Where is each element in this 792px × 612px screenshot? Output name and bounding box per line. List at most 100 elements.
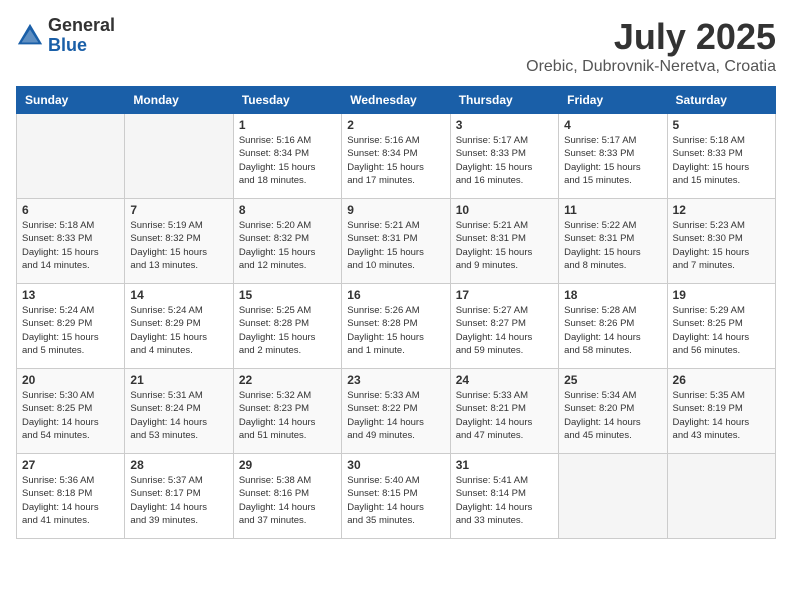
- day-number: 13: [22, 288, 119, 302]
- day-number: 2: [347, 118, 444, 132]
- day-info: Sunrise: 5:21 AM Sunset: 8:31 PM Dayligh…: [456, 219, 553, 272]
- day-number: 29: [239, 458, 336, 472]
- calendar-cell: 16 Sunrise: 5:26 AM Sunset: 8:28 PM Dayli…: [342, 284, 450, 369]
- day-info: Sunrise: 5:33 AM Sunset: 8:22 PM Dayligh…: [347, 389, 444, 442]
- day-number: 14: [130, 288, 227, 302]
- calendar-cell: 4 Sunrise: 5:17 AM Sunset: 8:33 PM Daylig…: [559, 114, 667, 199]
- day-info: Sunrise: 5:40 AM Sunset: 8:15 PM Dayligh…: [347, 474, 444, 527]
- day-number: 27: [22, 458, 119, 472]
- day-info: Sunrise: 5:18 AM Sunset: 8:33 PM Dayligh…: [22, 219, 119, 272]
- calendar-cell: 21 Sunrise: 5:31 AM Sunset: 8:24 PM Dayli…: [125, 369, 233, 454]
- day-info: Sunrise: 5:22 AM Sunset: 8:31 PM Dayligh…: [564, 219, 661, 272]
- day-number: 21: [130, 373, 227, 387]
- day-number: 16: [347, 288, 444, 302]
- calendar-cell: 30 Sunrise: 5:40 AM Sunset: 8:15 PM Dayli…: [342, 454, 450, 539]
- day-info: Sunrise: 5:37 AM Sunset: 8:17 PM Dayligh…: [130, 474, 227, 527]
- day-info: Sunrise: 5:29 AM Sunset: 8:25 PM Dayligh…: [673, 304, 770, 357]
- day-number: 30: [347, 458, 444, 472]
- calendar-cell: 27 Sunrise: 5:36 AM Sunset: 8:18 PM Dayli…: [17, 454, 125, 539]
- day-info: Sunrise: 5:30 AM Sunset: 8:25 PM Dayligh…: [22, 389, 119, 442]
- calendar-cell: 9Sunrise: 5:21 AM Sunset: 8:31 PM Daylig…: [342, 199, 450, 284]
- day-number: 19: [673, 288, 770, 302]
- calendar-cell: 25 Sunrise: 5:34 AM Sunset: 8:20 PM Dayli…: [559, 369, 667, 454]
- day-number: 10: [456, 203, 553, 217]
- calendar-table: SundayMondayTuesdayWednesdayThursdayFrid…: [16, 86, 776, 539]
- day-number: 17: [456, 288, 553, 302]
- day-number: 23: [347, 373, 444, 387]
- calendar-cell: 28 Sunrise: 5:37 AM Sunset: 8:17 PM Dayli…: [125, 454, 233, 539]
- calendar-cell: 24Sunrise: 5:33 AM Sunset: 8:21 PM Dayli…: [450, 369, 558, 454]
- day-info: Sunrise: 5:41 AM Sunset: 8:14 PM Dayligh…: [456, 474, 553, 527]
- title-area: July 2025 Orebic, Dubrovnik-Neretva, Cro…: [526, 16, 776, 76]
- page-header: General Blue July 2025 Orebic, Dubrovnik…: [16, 16, 776, 76]
- week-row-4: 20Sunrise: 5:30 AM Sunset: 8:25 PM Dayli…: [17, 369, 776, 454]
- day-number: 31: [456, 458, 553, 472]
- day-info: Sunrise: 5:27 AM Sunset: 8:27 PM Dayligh…: [456, 304, 553, 357]
- calendar-cell: 5 Sunrise: 5:18 AM Sunset: 8:33 PM Daylig…: [667, 114, 775, 199]
- weekday-header-row: SundayMondayTuesdayWednesdayThursdayFrid…: [17, 87, 776, 114]
- day-info: Sunrise: 5:28 AM Sunset: 8:26 PM Dayligh…: [564, 304, 661, 357]
- calendar-cell: 17 Sunrise: 5:27 AM Sunset: 8:27 PM Dayli…: [450, 284, 558, 369]
- day-info: Sunrise: 5:18 AM Sunset: 8:33 PM Dayligh…: [673, 134, 770, 187]
- weekday-header-monday: Monday: [125, 87, 233, 114]
- day-info: Sunrise: 5:34 AM Sunset: 8:20 PM Dayligh…: [564, 389, 661, 442]
- calendar-cell: 29 Sunrise: 5:38 AM Sunset: 8:16 PM Dayli…: [233, 454, 341, 539]
- weekday-header-tuesday: Tuesday: [233, 87, 341, 114]
- day-info: Sunrise: 5:20 AM Sunset: 8:32 PM Dayligh…: [239, 219, 336, 272]
- day-info: Sunrise: 5:38 AM Sunset: 8:16 PM Dayligh…: [239, 474, 336, 527]
- logo-icon: [16, 22, 44, 50]
- week-row-5: 27 Sunrise: 5:36 AM Sunset: 8:18 PM Dayli…: [17, 454, 776, 539]
- day-number: 4: [564, 118, 661, 132]
- day-number: 15: [239, 288, 336, 302]
- calendar-cell: 20Sunrise: 5:30 AM Sunset: 8:25 PM Dayli…: [17, 369, 125, 454]
- calendar-cell: 8 Sunrise: 5:20 AM Sunset: 8:32 PM Daylig…: [233, 199, 341, 284]
- day-info: Sunrise: 5:17 AM Sunset: 8:33 PM Dayligh…: [564, 134, 661, 187]
- day-number: 18: [564, 288, 661, 302]
- week-row-2: 6 Sunrise: 5:18 AM Sunset: 8:33 PM Daylig…: [17, 199, 776, 284]
- weekday-header-saturday: Saturday: [667, 87, 775, 114]
- day-info: Sunrise: 5:24 AM Sunset: 8:29 PM Dayligh…: [130, 304, 227, 357]
- calendar-cell: 14 Sunrise: 5:24 AM Sunset: 8:29 PM Dayli…: [125, 284, 233, 369]
- calendar-cell: 15 Sunrise: 5:25 AM Sunset: 8:28 PM Dayli…: [233, 284, 341, 369]
- day-number: 26: [673, 373, 770, 387]
- calendar-cell: 12Sunrise: 5:23 AM Sunset: 8:30 PM Dayli…: [667, 199, 775, 284]
- day-info: Sunrise: 5:33 AM Sunset: 8:21 PM Dayligh…: [456, 389, 553, 442]
- day-number: 22: [239, 373, 336, 387]
- week-row-1: 1 Sunrise: 5:16 AM Sunset: 8:34 PM Daylig…: [17, 114, 776, 199]
- day-number: 9: [347, 203, 444, 217]
- logo: General Blue: [16, 16, 115, 56]
- calendar-cell: 31 Sunrise: 5:41 AM Sunset: 8:14 PM Dayli…: [450, 454, 558, 539]
- month-title: July 2025: [526, 16, 776, 58]
- calendar-cell: 2 Sunrise: 5:16 AM Sunset: 8:34 PM Daylig…: [342, 114, 450, 199]
- calendar-cell: 13 Sunrise: 5:24 AM Sunset: 8:29 PM Dayli…: [17, 284, 125, 369]
- day-number: 25: [564, 373, 661, 387]
- calendar-cell: 23 Sunrise: 5:33 AM Sunset: 8:22 PM Dayli…: [342, 369, 450, 454]
- day-number: 5: [673, 118, 770, 132]
- day-number: 6: [22, 203, 119, 217]
- day-info: Sunrise: 5:16 AM Sunset: 8:34 PM Dayligh…: [239, 134, 336, 187]
- calendar-cell: 18 Sunrise: 5:28 AM Sunset: 8:26 PM Dayli…: [559, 284, 667, 369]
- calendar-cell: 6 Sunrise: 5:18 AM Sunset: 8:33 PM Daylig…: [17, 199, 125, 284]
- calendar-cell: 7Sunrise: 5:19 AM Sunset: 8:32 PM Daylig…: [125, 199, 233, 284]
- weekday-header-friday: Friday: [559, 87, 667, 114]
- calendar-cell: 1 Sunrise: 5:16 AM Sunset: 8:34 PM Daylig…: [233, 114, 341, 199]
- day-number: 7: [130, 203, 227, 217]
- day-info: Sunrise: 5:16 AM Sunset: 8:34 PM Dayligh…: [347, 134, 444, 187]
- day-info: Sunrise: 5:24 AM Sunset: 8:29 PM Dayligh…: [22, 304, 119, 357]
- calendar-cell: 26Sunrise: 5:35 AM Sunset: 8:19 PM Dayli…: [667, 369, 775, 454]
- calendar-cell: [125, 114, 233, 199]
- day-number: 3: [456, 118, 553, 132]
- day-info: Sunrise: 5:31 AM Sunset: 8:24 PM Dayligh…: [130, 389, 227, 442]
- day-number: 12: [673, 203, 770, 217]
- day-info: Sunrise: 5:26 AM Sunset: 8:28 PM Dayligh…: [347, 304, 444, 357]
- day-number: 28: [130, 458, 227, 472]
- day-info: Sunrise: 5:25 AM Sunset: 8:28 PM Dayligh…: [239, 304, 336, 357]
- day-info: Sunrise: 5:17 AM Sunset: 8:33 PM Dayligh…: [456, 134, 553, 187]
- day-number: 8: [239, 203, 336, 217]
- calendar-cell: [17, 114, 125, 199]
- weekday-header-wednesday: Wednesday: [342, 87, 450, 114]
- calendar-cell: 19 Sunrise: 5:29 AM Sunset: 8:25 PM Dayli…: [667, 284, 775, 369]
- weekday-header-sunday: Sunday: [17, 87, 125, 114]
- day-info: Sunrise: 5:36 AM Sunset: 8:18 PM Dayligh…: [22, 474, 119, 527]
- day-number: 1: [239, 118, 336, 132]
